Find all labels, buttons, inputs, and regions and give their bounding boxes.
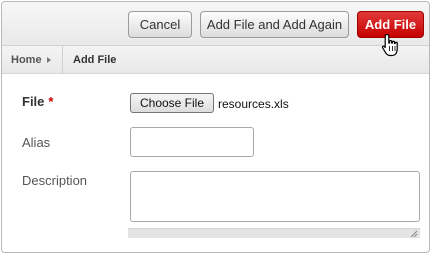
breadcrumb-current: Add File	[73, 54, 117, 66]
breadcrumb-divider	[62, 46, 63, 74]
add-file-dialog: Cancel Add File and Add Again Add File H…	[1, 1, 430, 253]
breadcrumb-separator-icon	[47, 57, 51, 63]
breadcrumb: Home Add File	[2, 46, 429, 74]
choose-file-button[interactable]: Choose File	[130, 93, 214, 113]
hand-pointer-icon	[381, 33, 398, 57]
description-label: Description	[22, 173, 88, 188]
breadcrumb-home-link[interactable]: Home	[11, 46, 42, 74]
cancel-button[interactable]: Cancel	[128, 11, 192, 38]
file-label: File *	[22, 94, 53, 109]
file-label-text: File	[22, 94, 45, 109]
description-textarea[interactable]	[130, 171, 420, 222]
alias-input[interactable]	[130, 127, 254, 157]
resize-grip-icon[interactable]	[410, 230, 418, 238]
textarea-resize-bar	[128, 228, 420, 238]
toolbar: Cancel Add File and Add Again Add File	[2, 2, 429, 46]
required-marker: *	[48, 94, 54, 109]
selected-file-name: resources.xls	[218, 97, 289, 111]
add-file-and-add-again-button[interactable]: Add File and Add Again	[200, 11, 349, 38]
alias-label: Alias	[22, 135, 51, 150]
